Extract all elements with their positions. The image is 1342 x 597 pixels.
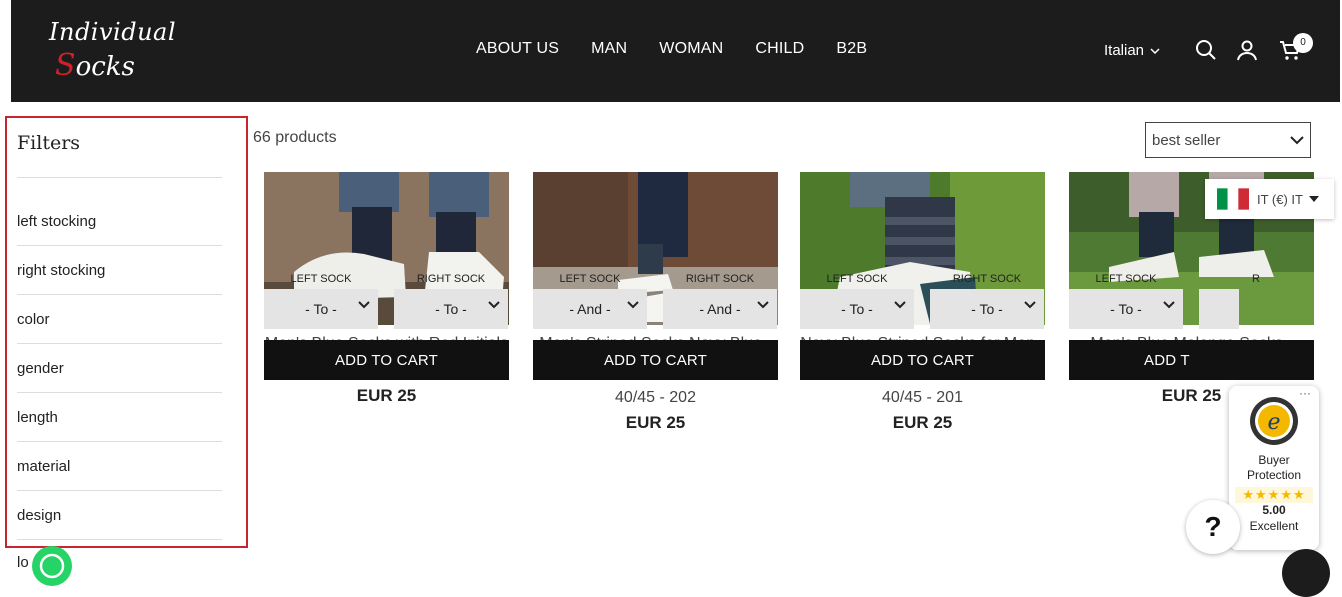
currency-label: IT (€) IT <box>1257 191 1303 207</box>
chevron-down-icon <box>1024 301 1036 309</box>
left-sock-label: LEFT SOCK <box>559 273 621 285</box>
product-count: 66 products <box>253 129 337 146</box>
svg-text:e: e <box>1267 410 1280 435</box>
left-sock-label: LEFT SOCK <box>290 273 352 285</box>
filter-design[interactable]: design <box>17 491 222 540</box>
site-header: Individual Socks ABOUT US MAN WOMAN CHIL… <box>11 0 1340 102</box>
chevron-down-icon <box>627 301 639 309</box>
filters-title: Filters <box>17 132 81 154</box>
filter-color[interactable]: color <box>17 295 222 344</box>
nav-about-us[interactable]: ABOUT US <box>476 40 559 58</box>
rating-verdict: Excellent <box>1249 519 1299 533</box>
filter-material[interactable]: material <box>17 442 222 491</box>
left-sock-select[interactable]: - To - <box>264 289 378 329</box>
logo-line1: Individual <box>49 18 177 46</box>
right-sock-label: RIGHT SOCK <box>685 273 755 285</box>
rating-value: 5.00 <box>1262 503 1286 517</box>
search-icon[interactable] <box>1194 38 1218 62</box>
sort-value: best seller <box>1152 131 1221 149</box>
chevron-down-icon <box>757 301 769 309</box>
trusted-shops-seal-icon: e <box>1250 397 1298 445</box>
trust-line2: Protection <box>1246 468 1302 482</box>
rating-stars: ★★★★★ <box>1235 487 1313 503</box>
nav-man[interactable]: MAN <box>591 40 627 58</box>
main-nav: ABOUT US MAN WOMAN CHILD B2B <box>476 40 867 58</box>
product-price: EUR 25 <box>356 386 417 405</box>
more-options-icon[interactable]: ··· <box>1299 386 1311 400</box>
help-button[interactable]: ? <box>1186 500 1240 554</box>
right-sock-label: RIGHT SOCK <box>952 273 1022 285</box>
left-sock-select[interactable]: - And - <box>533 289 647 329</box>
add-to-cart-button[interactable]: ADD T <box>1069 340 1314 380</box>
nav-child[interactable]: CHILD <box>755 40 804 58</box>
nav-b2b[interactable]: B2B <box>836 40 867 58</box>
chevron-down-icon <box>1290 135 1304 144</box>
right-sock-select[interactable]: - To - <box>930 289 1044 329</box>
filter-partial[interactable]: lo <box>17 554 29 571</box>
language-selector[interactable]: Italian <box>1104 42 1160 59</box>
caret-down-icon <box>1308 196 1319 202</box>
language-label: Italian <box>1104 42 1145 59</box>
right-sock-label: R <box>1252 273 1260 285</box>
chevron-down-icon <box>358 301 370 309</box>
filters-panel: Filters left stocking right stocking col… <box>5 116 248 548</box>
add-to-cart-button[interactable]: ADD TO CART <box>264 340 509 380</box>
trust-line1: Buyer <box>1258 453 1290 467</box>
chevron-down-icon <box>1150 47 1160 54</box>
product-price: EUR 25 <box>625 413 686 432</box>
site-logo[interactable]: Individual Socks <box>49 18 176 83</box>
logo-line2: Socks <box>55 48 135 83</box>
chevron-down-icon <box>894 301 906 309</box>
trusted-shops-badge[interactable]: ··· e Buyer Protection ★★★★★ 5.00 Excell… <box>1229 386 1319 550</box>
left-sock-label: LEFT SOCK <box>826 273 888 285</box>
sort-select[interactable]: best seller <box>1145 122 1311 158</box>
filter-gender[interactable]: gender <box>17 344 222 393</box>
cart-count-badge: 0 <box>1293 33 1313 53</box>
right-sock-label: RIGHT SOCK <box>416 273 486 285</box>
chat-icon[interactable] <box>1282 549 1330 597</box>
filter-length[interactable]: length <box>17 393 222 442</box>
whatsapp-icon[interactable] <box>32 546 72 586</box>
right-sock-select[interactable]: - And - <box>663 289 777 329</box>
filter-left-stocking[interactable]: left stocking <box>17 197 222 246</box>
left-sock-label: LEFT SOCK <box>1095 273 1157 285</box>
chevron-down-icon <box>488 301 500 309</box>
right-sock-select[interactable]: - To - <box>394 289 508 329</box>
account-icon[interactable] <box>1235 38 1259 62</box>
currency-selector[interactable]: IT (€) IT <box>1205 179 1334 219</box>
left-sock-select[interactable]: - To - <box>800 289 914 329</box>
add-to-cart-button[interactable]: ADD TO CART <box>800 340 1045 380</box>
product-price: EUR 25 <box>892 413 953 432</box>
filter-right-stocking[interactable]: right stocking <box>17 246 222 295</box>
right-sock-select[interactable] <box>1199 289 1239 329</box>
filters-divider <box>17 177 222 178</box>
chevron-down-icon <box>1163 301 1175 309</box>
italy-flag-icon <box>1217 188 1249 210</box>
add-to-cart-button[interactable]: ADD TO CART <box>533 340 778 380</box>
nav-woman[interactable]: WOMAN <box>659 40 723 58</box>
left-sock-select[interactable]: - To - <box>1069 289 1183 329</box>
